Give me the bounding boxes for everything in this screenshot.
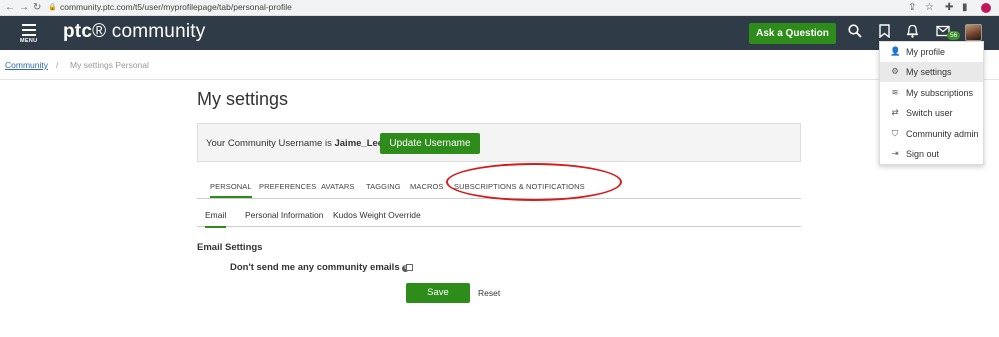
menu-item-my-profile[interactable]: 👤 My profile <box>880 42 983 62</box>
bookmark-star-icon[interactable]: ☆ <box>925 2 934 13</box>
menu-item-sign-out[interactable]: ⇥ Sign out <box>880 144 983 164</box>
site-header: MENU ptc® community Ask a Question <box>0 16 999 50</box>
hamburger-icon <box>22 24 36 26</box>
annotation-oval <box>446 163 622 201</box>
tab-avatars[interactable]: AVATARS <box>321 182 354 191</box>
user-icon: 👤 <box>890 46 901 56</box>
tab-preferences[interactable]: PREFERENCES <box>259 182 316 191</box>
username-text: Your Community Username is Jaime_Lee <box>206 138 383 149</box>
lock-icon: 🔒 <box>48 4 57 11</box>
breadcrumb: Community / My settings Personal <box>0 50 999 80</box>
back-icon[interactable]: ← <box>5 2 15 13</box>
username-panel: Your Community Username is Jaime_Lee Upd… <box>197 123 801 162</box>
save-button[interactable]: Save <box>406 283 470 303</box>
switch-user-icon: ⇄ <box>891 107 899 117</box>
menu-item-label: Community admin <box>906 129 979 139</box>
page-title: My settings <box>197 89 289 109</box>
rss-icon: ≋ <box>891 87 899 97</box>
extensions-icon[interactable]: ✚ <box>945 2 953 13</box>
user-dropdown-menu: 👤 My profile ⚙ My settings ≋ My subscrip… <box>879 41 984 165</box>
reset-link[interactable]: Reset <box>478 288 500 298</box>
tab-personal[interactable]: PERSONAL <box>210 182 252 198</box>
no-emails-checkbox[interactable] <box>406 264 413 271</box>
logo-community: ® community <box>92 21 206 42</box>
user-avatar[interactable] <box>965 24 982 41</box>
personal-subtabs: Email Personal Information Kudos Weight … <box>197 205 801 228</box>
gear-icon: ⚙ <box>891 66 899 76</box>
no-emails-label-text: Don't send me any community emails <box>230 262 400 273</box>
menu-label: MENU <box>20 38 38 44</box>
shield-icon: ⛉ <box>891 128 899 138</box>
username-prefix: Your Community Username is <box>206 138 335 149</box>
browser-profile-avatar[interactable] <box>981 3 991 13</box>
logo-ptc: ptc <box>63 21 93 42</box>
address-bar[interactable]: community.ptc.com/t5/user/myprofilepage/… <box>60 2 292 12</box>
forward-icon[interactable]: → <box>19 2 29 13</box>
menu-item-label: Sign out <box>906 149 940 159</box>
subtab-email[interactable]: Email <box>205 210 227 228</box>
username-value: Jaime_Lee <box>334 138 384 149</box>
ask-question-button[interactable]: Ask a Question <box>749 23 836 44</box>
update-username-button[interactable]: Update Username <box>380 133 480 154</box>
browser-toolbar: ← → ↻ 🔒 community.ptc.com/t5/user/myprof… <box>0 0 999 16</box>
menu-item-my-settings[interactable]: ⚙ My settings <box>880 62 983 82</box>
reload-icon[interactable]: ↻ <box>33 2 41 13</box>
breadcrumb-community-link[interactable]: Community <box>5 60 48 70</box>
menu-item-label: My subscriptions <box>906 88 974 98</box>
no-emails-label: Don't send me any community emailsi <box>230 262 409 273</box>
tab-macros[interactable]: MACROS <box>410 182 444 191</box>
email-settings-heading: Email Settings <box>197 242 263 253</box>
breadcrumb-separator: / <box>56 60 59 70</box>
messages-count-badge: 56 <box>947 31 961 40</box>
menu-item-label: My settings <box>906 67 952 77</box>
side-panel-icon[interactable]: ▮ <box>962 2 968 13</box>
bell-icon[interactable] <box>906 24 919 41</box>
ptc-community-logo[interactable]: ptc® community <box>63 21 205 43</box>
menu-item-my-subscriptions[interactable]: ≋ My subscriptions <box>880 83 983 103</box>
subtab-kudos-weight-override[interactable]: Kudos Weight Override <box>333 210 421 220</box>
menu-item-switch-user[interactable]: ⇄ Switch user <box>880 103 983 123</box>
share-icon[interactable]: ⇪ <box>908 2 916 13</box>
tab-tagging[interactable]: TAGGING <box>366 182 401 191</box>
subtab-personal-information[interactable]: Personal Information <box>245 210 323 220</box>
sign-out-icon: ⇥ <box>891 148 899 158</box>
bookmark-icon[interactable] <box>879 24 890 41</box>
menu-item-label: My profile <box>906 47 946 57</box>
breadcrumb-current: My settings Personal <box>70 60 149 70</box>
menu-item-label: Switch user <box>906 108 953 118</box>
menu-item-community-admin[interactable]: ⛉ Community admin <box>880 124 983 144</box>
search-icon[interactable] <box>848 24 862 41</box>
menu-button[interactable]: MENU <box>20 24 38 44</box>
